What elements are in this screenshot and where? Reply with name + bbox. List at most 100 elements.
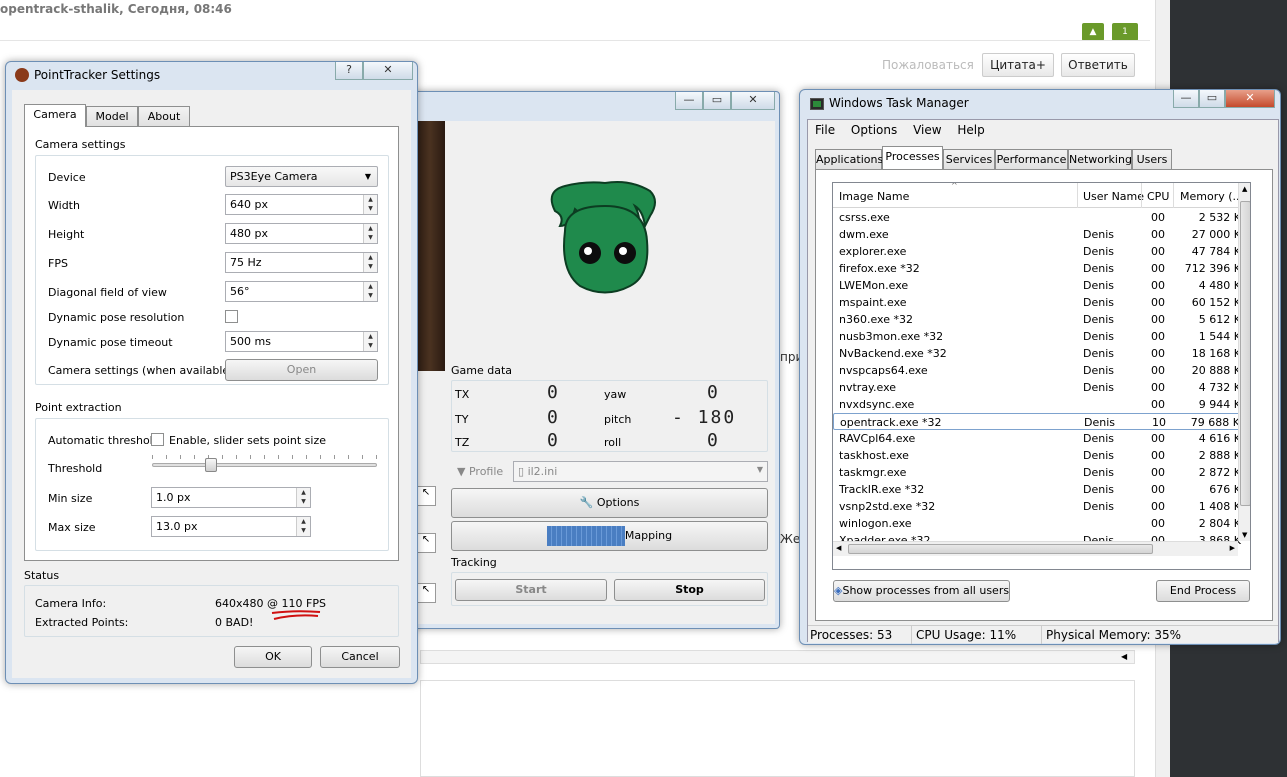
- table-row[interactable]: taskhost.exe Denis 00 2 888 K: [833, 447, 1243, 464]
- spin-arrows-icon[interactable]: ▲ ▼: [363, 224, 377, 243]
- profile-select[interactable]: ▯ il2.ini ▼: [513, 461, 768, 482]
- spin-arrows-icon[interactable]: ▲ ▼: [296, 488, 310, 507]
- cursor-icon[interactable]: ↖: [416, 583, 436, 603]
- tab-camera[interactable]: Camera: [24, 104, 86, 127]
- table-row[interactable]: LWEMon.exe Denis 00 4 480 K: [833, 277, 1243, 294]
- tab-model[interactable]: Model: [86, 106, 138, 127]
- stop-button[interactable]: Stop: [614, 579, 765, 601]
- table-cell: 00: [1151, 381, 1165, 394]
- spin-arrows-icon[interactable]: ▲ ▼: [363, 282, 377, 301]
- table-row[interactable]: winlogon.exe 00 2 804 K: [833, 515, 1243, 532]
- maximize-button[interactable]: ▭: [1199, 90, 1225, 108]
- spin-arrows-icon[interactable]: ▲ ▼: [296, 517, 310, 536]
- table-row[interactable]: nvtray.exe Denis 00 4 732 K: [833, 379, 1243, 396]
- table-row[interactable]: opentrack.exe *32 Denis 10 79 688 K: [833, 413, 1243, 430]
- cancel-button[interactable]: Cancel: [320, 646, 400, 668]
- help-button[interactable]: ?: [335, 62, 363, 80]
- spin-arrows-icon[interactable]: ▲ ▼: [363, 195, 377, 214]
- scrollbar-thumb[interactable]: [848, 544, 1153, 554]
- vertical-scrollbar[interactable]: ▲ ▼: [1238, 183, 1250, 541]
- table-row[interactable]: mspaint.exe Denis 00 60 152 K: [833, 294, 1243, 311]
- col-memory[interactable]: Memory (...: [1180, 190, 1243, 203]
- scroll-left-icon[interactable]: ◀: [836, 544, 841, 552]
- reply-button[interactable]: Ответить: [1061, 53, 1135, 77]
- col-user-name[interactable]: User Name: [1083, 190, 1144, 203]
- table-cell: 4 480 K: [1198, 279, 1241, 292]
- table-cell: Denis: [1083, 279, 1114, 292]
- threshold-slider-handle[interactable]: [205, 458, 217, 472]
- table-row[interactable]: csrss.exe 00 2 532 K: [833, 209, 1243, 226]
- close-button[interactable]: ✕: [363, 62, 413, 80]
- table-row[interactable]: explorer.exe Denis 00 47 784 K: [833, 243, 1243, 260]
- cursor-icon[interactable]: ↖: [416, 533, 436, 553]
- width-field[interactable]: 640 px ▲ ▼: [225, 194, 378, 215]
- minimize-button[interactable]: —: [1173, 90, 1199, 108]
- table-row[interactable]: taskmgr.exe Denis 00 2 872 K: [833, 464, 1243, 481]
- tab-services[interactable]: Services: [943, 149, 995, 170]
- table-row[interactable]: nvxdsync.exe 00 9 944 K: [833, 396, 1243, 413]
- height-field[interactable]: 480 px ▲ ▼: [225, 223, 378, 244]
- options-button[interactable]: 🔧 Options: [451, 488, 768, 518]
- max-size-field[interactable]: 13.0 px ▲ ▼: [151, 516, 311, 537]
- table-cell: Denis: [1083, 245, 1114, 258]
- scroll-left-icon[interactable]: ◀: [1121, 652, 1127, 661]
- min-size-field[interactable]: 1.0 px ▲ ▼: [151, 487, 311, 508]
- table-cell: Denis: [1084, 416, 1115, 429]
- fov-field[interactable]: 56° ▲ ▼: [225, 281, 378, 302]
- dynamic-pose-timeout-field[interactable]: 500 ms ▲ ▼: [225, 331, 378, 352]
- table-row[interactable]: NvBackend.exe *32 Denis 00 18 168 K: [833, 345, 1243, 362]
- scrollbar-thumb[interactable]: [1240, 201, 1250, 506]
- show-all-users-button[interactable]: ◈Show processes from all users: [833, 580, 1010, 602]
- col-cpu[interactable]: CPU: [1147, 190, 1169, 203]
- table-row[interactable]: dwm.exe Denis 00 27 000 K: [833, 226, 1243, 243]
- vote-up-button[interactable]: ▲: [1082, 23, 1104, 41]
- quote-button[interactable]: Цитата+: [982, 53, 1054, 77]
- horizontal-scrollbar[interactable]: ◀ ▶: [833, 541, 1238, 556]
- end-process-button[interactable]: End Process: [1156, 580, 1250, 602]
- spin-arrows-icon[interactable]: ▲ ▼: [363, 332, 377, 351]
- table-row[interactable]: RAVCpl64.exe Denis 00 4 616 K: [833, 430, 1243, 447]
- tab-panel-camera: Camera settings Device PS3Eye Camera ▼ Wi…: [24, 126, 399, 561]
- scroll-down-icon[interactable]: ▼: [1242, 531, 1247, 539]
- col-image-name[interactable]: Image Name: [839, 190, 909, 203]
- spin-arrows-icon[interactable]: ▲ ▼: [363, 253, 377, 272]
- tab-networking[interactable]: Networking: [1068, 149, 1132, 170]
- complain-link[interactable]: Пожаловаться: [882, 58, 974, 72]
- tab-processes[interactable]: Processes: [882, 146, 943, 169]
- dynamic-pose-timeout-label: Dynamic pose timeout: [48, 336, 173, 349]
- maximize-button[interactable]: ▭: [703, 92, 731, 110]
- menu-options[interactable]: Options: [851, 123, 897, 137]
- mapping-button[interactable]: Mapping: [451, 521, 768, 551]
- tab-users[interactable]: Users: [1132, 149, 1172, 170]
- tab-about[interactable]: About: [138, 106, 190, 127]
- tab-performance[interactable]: Performance: [995, 149, 1068, 170]
- minimize-button[interactable]: —: [675, 92, 703, 110]
- ok-button[interactable]: OK: [234, 646, 312, 668]
- table-row[interactable]: TrackIR.exe *32 Denis 00 676 K: [833, 481, 1243, 498]
- fps-field[interactable]: 75 Hz ▲ ▼: [225, 252, 378, 273]
- table-row[interactable]: nvspcaps64.exe Denis 00 20 888 K: [833, 362, 1243, 379]
- cursor-icon[interactable]: ↖: [416, 486, 436, 506]
- close-button[interactable]: ✕: [731, 92, 775, 110]
- device-select[interactable]: PS3Eye Camera ▼: [225, 166, 378, 187]
- menu-help[interactable]: Help: [957, 123, 984, 137]
- dynamic-pose-resolution-checkbox[interactable]: [225, 310, 238, 323]
- table-row[interactable]: vsnp2std.exe *32 Denis 00 1 408 K: [833, 498, 1243, 515]
- table-cell: 4 732 K: [1198, 381, 1241, 394]
- table-row[interactable]: n360.exe *32 Denis 00 5 612 K: [833, 311, 1243, 328]
- automatic-threshold-checkbox[interactable]: [151, 433, 164, 446]
- menu-view[interactable]: View: [913, 123, 941, 137]
- start-button[interactable]: Start: [455, 579, 607, 601]
- process-table: ^ Image Name User Name CPU Memory (... c…: [832, 182, 1251, 570]
- threshold-slider-track[interactable]: [152, 463, 377, 467]
- close-button[interactable]: ✕: [1225, 90, 1275, 108]
- tab-applications[interactable]: Applications: [815, 149, 883, 170]
- table-row[interactable]: firefox.exe *32 Denis 00 712 396 K: [833, 260, 1243, 277]
- table-cell: Denis: [1083, 500, 1114, 513]
- table-row[interactable]: nusb3mon.exe *32 Denis 00 1 544 K: [833, 328, 1243, 345]
- scroll-right-icon[interactable]: ▶: [1230, 544, 1235, 552]
- roll-value: 0: [707, 430, 720, 451]
- scroll-up-icon[interactable]: ▲: [1242, 185, 1247, 193]
- menu-file[interactable]: File: [815, 123, 835, 137]
- open-button[interactable]: Open: [225, 359, 378, 381]
